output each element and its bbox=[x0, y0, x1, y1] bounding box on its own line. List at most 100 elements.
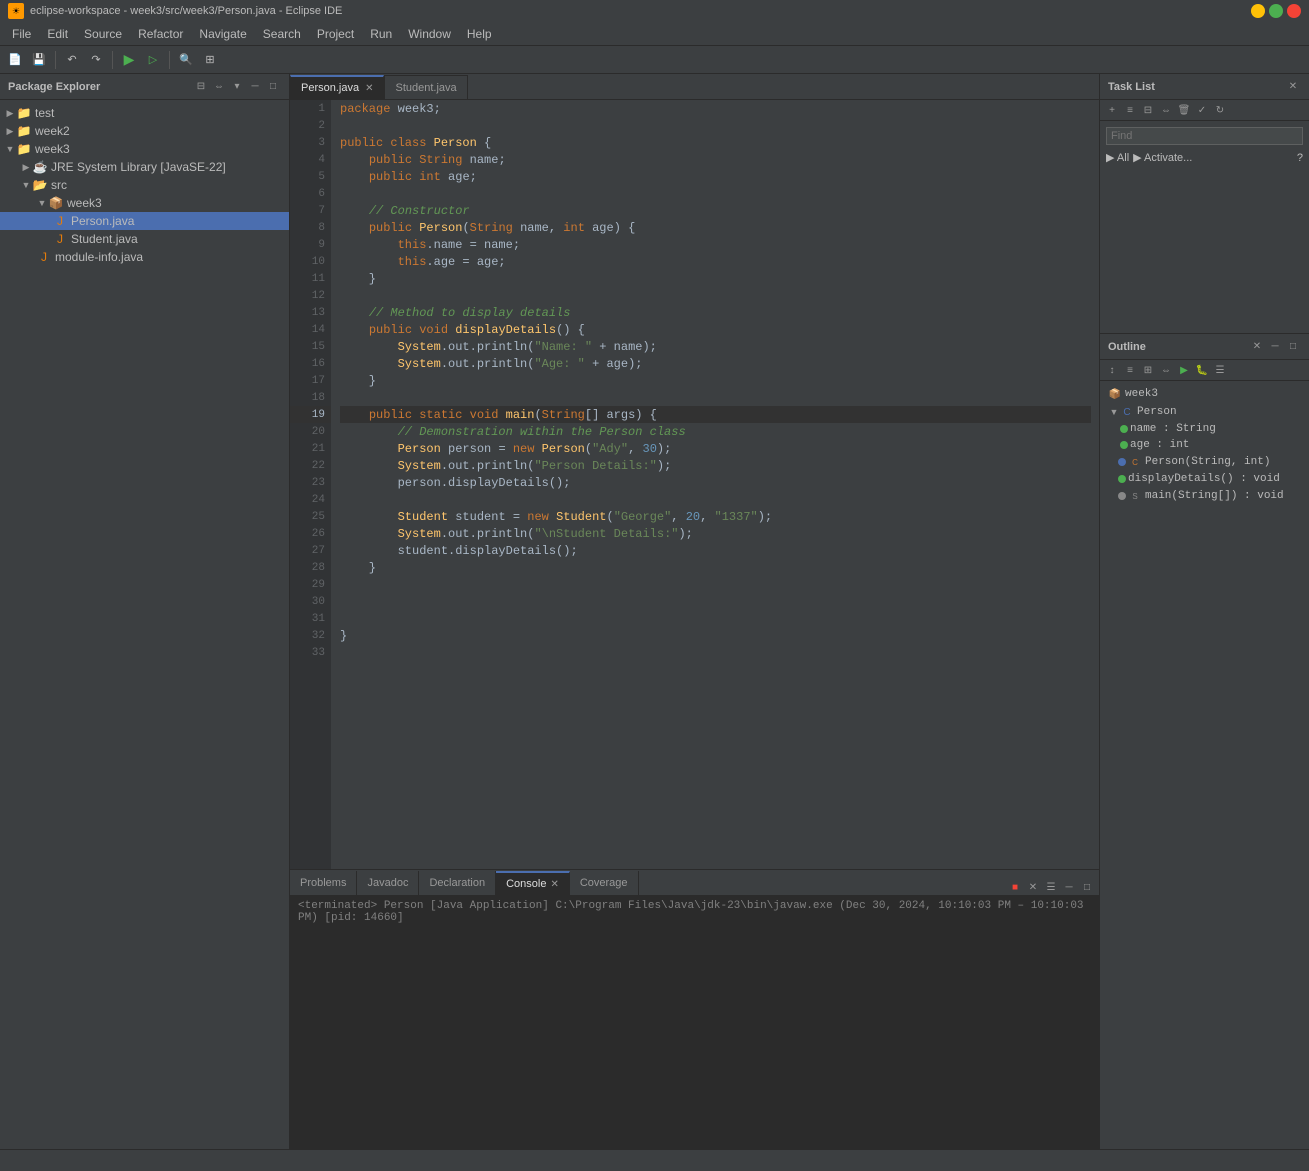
task-find-input[interactable] bbox=[1106, 127, 1303, 145]
console-menu-icon[interactable]: ☰ bbox=[1043, 879, 1059, 895]
outline-item-week3[interactable]: 📦 week3 bbox=[1100, 385, 1309, 403]
task-close-icon[interactable]: ✕ bbox=[1285, 79, 1301, 95]
menu-search[interactable]: Search bbox=[255, 25, 309, 43]
view-menu-icon[interactable]: ▾ bbox=[229, 79, 245, 95]
tree-item-person-java[interactable]: J Person.java bbox=[0, 212, 289, 230]
debug-button[interactable]: ▶ bbox=[118, 49, 140, 71]
run-button[interactable]: ▷ bbox=[142, 49, 164, 71]
outline-item-main[interactable]: S main(String[]) : void bbox=[1100, 487, 1309, 505]
tree-item-student-java[interactable]: J Student.java bbox=[0, 230, 289, 248]
tree-item-module-info[interactable]: J module-info.java bbox=[0, 248, 289, 266]
task-refresh-icon[interactable]: ↻ bbox=[1212, 102, 1228, 118]
package-icon-week3: 📦 bbox=[48, 195, 64, 211]
outline-filter-icon[interactable]: ≡ bbox=[1122, 362, 1138, 378]
task-new-icon[interactable]: + bbox=[1104, 102, 1120, 118]
menu-file[interactable]: File bbox=[4, 25, 39, 43]
outline-debug-icon[interactable]: 🐛 bbox=[1194, 362, 1210, 378]
tab-close-person[interactable]: ✕ bbox=[365, 83, 373, 94]
tab-declaration[interactable]: Declaration bbox=[419, 871, 496, 895]
window-controls[interactable] bbox=[1251, 4, 1301, 18]
tree-label-week3-root: week3 bbox=[35, 142, 70, 156]
menu-refactor[interactable]: Refactor bbox=[130, 25, 191, 43]
outline-menu-icon[interactable]: ☰ bbox=[1212, 362, 1228, 378]
outline-close-icon[interactable]: ✕ bbox=[1249, 339, 1265, 355]
code-line-32: } bbox=[340, 627, 1091, 644]
maximize-panel-icon[interactable]: □ bbox=[265, 79, 281, 95]
minimize-panel-icon[interactable]: ─ bbox=[247, 79, 263, 95]
expand-arrow-week3-pkg[interactable]: ▼ bbox=[36, 197, 48, 209]
expand-arrow-jre[interactable]: ▶ bbox=[20, 161, 32, 173]
menu-window[interactable]: Window bbox=[400, 25, 459, 43]
console-minimize-icon[interactable]: ─ bbox=[1061, 879, 1077, 895]
outline-sort-icon[interactable]: ↕ bbox=[1104, 362, 1120, 378]
menu-help[interactable]: Help bbox=[459, 25, 500, 43]
task-filter-icon[interactable]: ≡ bbox=[1122, 102, 1138, 118]
outline-item-display-details[interactable]: displayDetails() : void bbox=[1100, 471, 1309, 487]
menu-source[interactable]: Source bbox=[76, 25, 130, 43]
task-link-icon[interactable]: ⇔ bbox=[1158, 102, 1174, 118]
close-button[interactable] bbox=[1287, 4, 1301, 18]
menu-project[interactable]: Project bbox=[309, 25, 362, 43]
tree-item-week3-pkg[interactable]: ▼ 📦 week3 bbox=[0, 194, 289, 212]
menu-run[interactable]: Run bbox=[362, 25, 400, 43]
tab-coverage[interactable]: Coverage bbox=[570, 871, 639, 895]
ln-4: 4 bbox=[290, 151, 331, 168]
link-editor-icon[interactable]: ⇔ bbox=[211, 79, 227, 95]
redo-button[interactable]: ↷ bbox=[85, 49, 107, 71]
tab-student-java[interactable]: Student.java bbox=[384, 75, 467, 99]
undo-button[interactable]: ↶ bbox=[61, 49, 83, 71]
search-button[interactable]: 🔍 bbox=[175, 49, 197, 71]
tree-item-week3-root[interactable]: ▼ 📁 week3 bbox=[0, 140, 289, 158]
outline-item-name-field[interactable]: name : String bbox=[1100, 421, 1309, 437]
console-maximize-icon[interactable]: □ bbox=[1079, 879, 1095, 895]
code-line-11: } bbox=[340, 270, 1091, 287]
task-delete-icon[interactable]: 🗑 bbox=[1176, 102, 1192, 118]
outline-item-constructor[interactable]: C Person(String, int) bbox=[1100, 453, 1309, 471]
outline-expand-person[interactable]: ▼ bbox=[1108, 406, 1120, 418]
code-line-12 bbox=[340, 287, 1091, 304]
title-bar-left: ☀ eclipse-workspace - week3/src/week3/Pe… bbox=[8, 3, 342, 19]
expand-arrow-week3-root[interactable]: ▼ bbox=[4, 143, 16, 155]
find-all-label[interactable]: ▶ All bbox=[1106, 151, 1129, 164]
outline-item-person-class[interactable]: ▼ C Person bbox=[1100, 403, 1309, 421]
outline-label-name: name : String bbox=[1130, 423, 1216, 435]
expand-arrow-test[interactable]: ▶ bbox=[4, 107, 16, 119]
bottom-tab-actions: ■ ✕ ☰ ─ □ bbox=[1007, 879, 1099, 895]
tab-problems[interactable]: Problems bbox=[290, 871, 357, 895]
outline-label-main: main(String[]) : void bbox=[1145, 490, 1284, 502]
help-icon[interactable]: ? bbox=[1297, 152, 1303, 164]
tab-javadoc[interactable]: Javadoc bbox=[357, 871, 419, 895]
minimize-button[interactable] bbox=[1251, 4, 1265, 18]
menu-edit[interactable]: Edit bbox=[39, 25, 76, 43]
code-line-9: this.name = name; bbox=[340, 236, 1091, 253]
maximize-button[interactable] bbox=[1269, 4, 1283, 18]
outline-minimize-icon[interactable]: ─ bbox=[1267, 339, 1283, 355]
outline-tree: 📦 week3 ▼ C Person name : String bbox=[1100, 381, 1309, 1149]
code-editor[interactable]: package week3; public class Person { pub… bbox=[332, 100, 1099, 869]
tree-item-src[interactable]: ▼ 📂 src bbox=[0, 176, 289, 194]
tab-person-java[interactable]: Person.java ✕ bbox=[290, 75, 384, 99]
tab-console[interactable]: Console ✕ bbox=[496, 871, 570, 895]
console-stop-icon[interactable]: ■ bbox=[1007, 879, 1023, 895]
outline-maximize-icon[interactable]: □ bbox=[1285, 339, 1301, 355]
outline-link-icon[interactable]: ⇔ bbox=[1158, 362, 1174, 378]
outline-item-age-field[interactable]: age : int bbox=[1100, 437, 1309, 453]
console-close-icon[interactable]: ✕ bbox=[1025, 879, 1041, 895]
task-complete-icon[interactable]: ✓ bbox=[1194, 102, 1210, 118]
menu-navigate[interactable]: Navigate bbox=[191, 25, 254, 43]
expand-arrow-week2[interactable]: ▶ bbox=[4, 125, 16, 137]
outline-package-icon: 📦 bbox=[1108, 387, 1122, 401]
tree-item-test[interactable]: ▶ 📁 test bbox=[0, 104, 289, 122]
outline-group-icon[interactable]: ⊞ bbox=[1140, 362, 1156, 378]
tree-item-jre[interactable]: ▶ ☕ JRE System Library [JavaSE-22] bbox=[0, 158, 289, 176]
perspective-button[interactable]: ⊞ bbox=[199, 49, 221, 71]
task-collapse-icon[interactable]: ⊟ bbox=[1140, 102, 1156, 118]
save-button[interactable]: 💾 bbox=[28, 49, 50, 71]
tab-close-console[interactable]: ✕ bbox=[550, 879, 558, 890]
outline-run-icon[interactable]: ▶ bbox=[1176, 362, 1192, 378]
find-activate-label[interactable]: ▶ Activate... bbox=[1133, 151, 1192, 164]
expand-arrow-src[interactable]: ▼ bbox=[20, 179, 32, 191]
collapse-all-icon[interactable]: ⊟ bbox=[193, 79, 209, 95]
tree-item-week2[interactable]: ▶ 📁 week2 bbox=[0, 122, 289, 140]
new-button[interactable]: 📄 bbox=[4, 49, 26, 71]
